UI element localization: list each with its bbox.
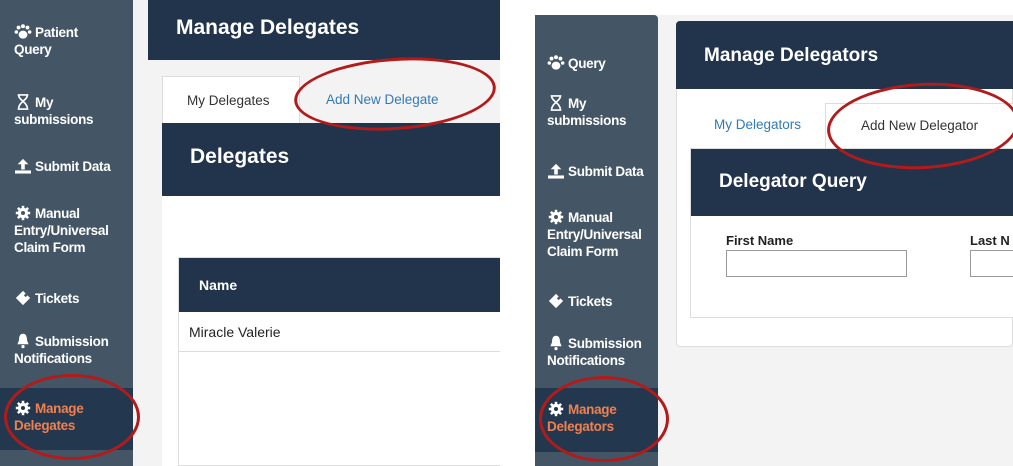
card-title: Delegates <box>162 123 500 196</box>
paw-icon <box>547 55 565 70</box>
page-title: Manage Delegates <box>148 0 500 60</box>
tab-my-delegates[interactable]: My Delegates <box>162 76 300 124</box>
table-row[interactable]: Miracle Valerie <box>179 312 500 352</box>
sidebar-item-manual-entry[interactable]: Manual Entry/Universal Claim Form <box>14 205 109 256</box>
tab-my-delegators[interactable]: My Delegators <box>714 117 801 132</box>
last-name-input[interactable] <box>970 250 1013 277</box>
sidebar-item-my-submissions[interactable]: My submissions <box>547 95 627 129</box>
gear-icon <box>548 209 564 225</box>
paw-icon <box>14 24 32 39</box>
sidebar-item-manage-delegates[interactable]: Manage Delegates <box>0 388 133 450</box>
tab-add-new-delegator[interactable]: Add New Delegator <box>825 103 1013 149</box>
card-title: Delegator Query <box>691 149 1013 216</box>
sidebar-item-manual-entry[interactable]: Manual Entry/Universal Claim Form <box>547 209 642 260</box>
left-screenshot-panel: Patient Query My submissions Submit Data… <box>0 0 500 466</box>
first-name-input[interactable] <box>726 250 907 277</box>
last-name-label: Last N <box>970 233 1010 248</box>
gear-icon <box>548 401 564 417</box>
delegates-card: Delegates Name Miracle Valerie <box>162 123 500 466</box>
sidebar-item-submit-data[interactable]: Submit Data <box>547 163 644 180</box>
sidebar-item-manage-delegators[interactable]: Manage Delegators <box>535 388 658 452</box>
upload-icon <box>548 163 564 179</box>
gear-icon <box>15 205 31 221</box>
right-screenshot-panel: Query My submissions Submit Data Manual … <box>535 15 1013 466</box>
delegates-table: Name Miracle Valerie <box>178 257 500 466</box>
ticket-icon <box>15 290 31 306</box>
sidebar-item-tickets[interactable]: Tickets <box>547 293 612 310</box>
table-column-header-name: Name <box>179 258 500 312</box>
sidebar: Query My submissions Submit Data Manual … <box>535 15 658 466</box>
sidebar-item-submission-notifications[interactable]: Submission Notifications <box>547 335 642 369</box>
sidebar-item-submit-data[interactable]: Submit Data <box>14 158 111 175</box>
sidebar-item-my-submissions[interactable]: My submissions <box>14 94 94 128</box>
sidebar-item-patient-query[interactable]: Patient Query <box>14 24 78 58</box>
tab-add-new-delegate[interactable]: Add New Delegate <box>326 92 439 107</box>
sidebar-item-tickets[interactable]: Tickets <box>14 290 79 307</box>
upload-icon <box>15 158 31 174</box>
hourglass-icon <box>550 95 562 111</box>
gear-icon <box>15 400 31 416</box>
page-title: Manage Delegators <box>676 21 1013 89</box>
sidebar: Patient Query My submissions Submit Data… <box>0 0 133 466</box>
sidebar-item-submission-notifications[interactable]: Submission Notifications <box>14 333 109 367</box>
hourglass-icon <box>17 94 29 110</box>
sidebar-item-query[interactable]: Query <box>547 55 606 72</box>
first-name-label: First Name <box>726 233 794 248</box>
bell-icon <box>550 335 562 351</box>
ticket-icon <box>548 293 564 309</box>
bell-icon <box>17 333 29 349</box>
delegator-query-card: Delegator Query First Name Last N <box>690 148 1013 318</box>
